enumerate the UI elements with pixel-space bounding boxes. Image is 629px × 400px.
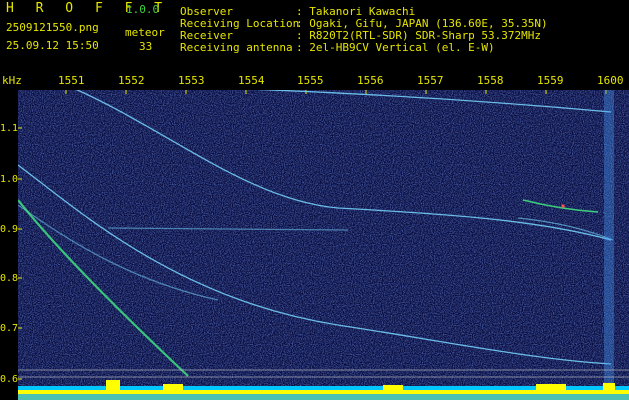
freq-tick: 1.0 xyxy=(0,174,19,185)
freq-tick: 0.6 xyxy=(0,374,19,385)
unit-label: kHz xyxy=(2,74,22,87)
time-axis: kHz 1551 1552 1553 1554 1555 1556 1557 1… xyxy=(0,72,629,90)
header-panel: H R O F F T 1.0.0 2509121550.png 25.09.1… xyxy=(0,0,629,72)
app-version: 1.0.0 xyxy=(126,3,160,16)
time-tick: 1600 xyxy=(597,74,624,87)
meteor-label: meteor xyxy=(125,26,165,39)
signal-baseline-bottom xyxy=(18,394,629,400)
time-tick: 1556 xyxy=(357,74,384,87)
noise-texture xyxy=(18,90,629,400)
freq-tick: 0.9 xyxy=(0,224,19,235)
freq-tick: 0.7 xyxy=(0,323,19,334)
time-tick: 1552 xyxy=(118,74,145,87)
edge-band xyxy=(604,90,614,386)
time-tick: 1557 xyxy=(417,74,444,87)
meteor-echo-spot xyxy=(561,204,565,208)
file-name: 2509121550.png xyxy=(6,21,99,34)
time-tick: 1558 xyxy=(477,74,504,87)
time-tick: 1554 xyxy=(238,74,265,87)
meteor-count: 33 xyxy=(139,40,153,53)
file-datetime: 25.09.12 15:50 xyxy=(6,39,99,52)
info-value-antenna: : 2el-HB9CV Vertical (el. E-W) xyxy=(296,41,495,54)
spectrogram-plot xyxy=(18,90,629,400)
freq-tick: 0.8 xyxy=(0,273,19,284)
freq-tick: 1.1 xyxy=(0,123,19,134)
time-tick: 1553 xyxy=(178,74,205,87)
info-label-antenna: Receiving antenna xyxy=(180,41,293,54)
spectrogram-canvas xyxy=(18,90,629,400)
time-tick: 1551 xyxy=(58,74,85,87)
time-tick: 1559 xyxy=(537,74,564,87)
time-tick: 1555 xyxy=(297,74,324,87)
